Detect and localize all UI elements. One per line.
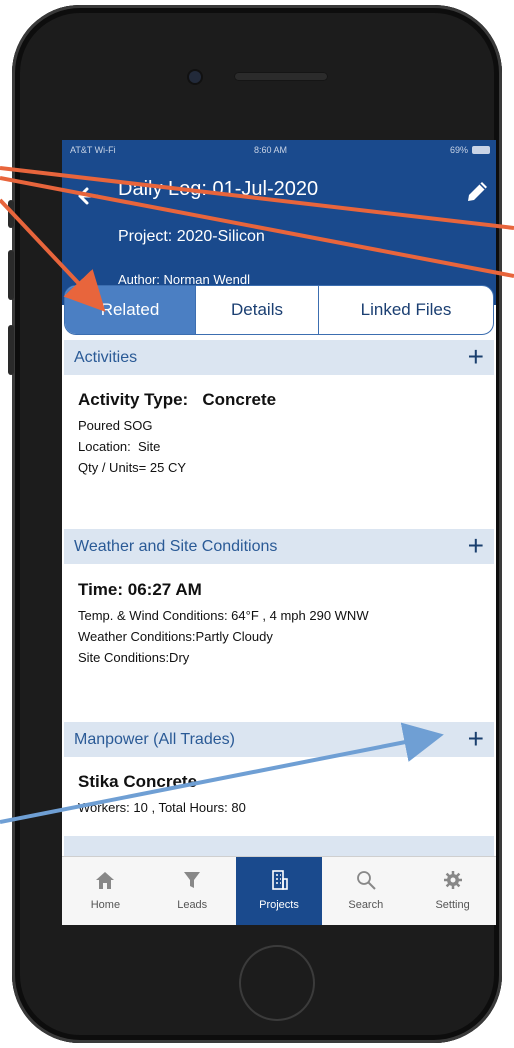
status-bar: AT&T Wi-Fi 8:60 AM 69% bbox=[62, 140, 496, 160]
tab-label: Search bbox=[348, 899, 384, 911]
home-button[interactable] bbox=[239, 945, 315, 1021]
manpower-entry[interactable]: Stika Concrete Workers: 10 , Total Hours… bbox=[78, 772, 246, 818]
carrier-label: AT&T Wi-Fi bbox=[70, 145, 116, 155]
earpiece-speaker bbox=[234, 72, 328, 81]
entry-heading: Stika Concrete bbox=[78, 772, 198, 791]
tab-details[interactable]: Details bbox=[196, 286, 319, 334]
tab-label: Home bbox=[90, 899, 121, 911]
entry-heading: Time: 06:27 AM bbox=[78, 580, 202, 599]
tabbar-search[interactable]: Search bbox=[322, 857, 409, 925]
project-label: Project: 2020-Silicon bbox=[118, 228, 265, 245]
weather-entry[interactable]: Time: 06:27 AM Temp. & Wind Conditions: … bbox=[78, 580, 369, 668]
app-header: AT&T Wi-Fi 8:60 AM 69% Daily Log: 01-Jul… bbox=[62, 140, 496, 305]
tab-related[interactable]: Related bbox=[65, 286, 196, 334]
activities-section-header: Activities + bbox=[64, 340, 494, 375]
add-manpower-button[interactable]: + bbox=[468, 723, 484, 755]
screen: AT&T Wi-Fi 8:60 AM 69% Daily Log: 01-Jul… bbox=[62, 140, 496, 925]
tab-label: Setting bbox=[435, 899, 470, 911]
entry-line: Temp. & Wind Conditions: 64°F , 4 mph 29… bbox=[78, 608, 369, 623]
add-activity-button[interactable]: + bbox=[468, 341, 484, 373]
page-title: Daily Log: 01-Jul-2020 bbox=[118, 178, 319, 200]
side-button bbox=[8, 200, 14, 228]
entry-heading: Activity Type: Concrete bbox=[78, 390, 277, 409]
volume-up-button bbox=[8, 250, 14, 300]
clock-label: 8:60 AM bbox=[254, 145, 288, 155]
section-title: Manpower (All Trades) bbox=[74, 731, 235, 748]
back-arrow-icon[interactable] bbox=[76, 184, 100, 208]
manpower-section-header: Manpower (All Trades) + bbox=[64, 722, 494, 757]
tabbar-projects[interactable]: Projects bbox=[235, 857, 323, 925]
entry-line: Workers: 10 , Total Hours: 80 bbox=[78, 800, 246, 815]
front-camera bbox=[189, 71, 201, 83]
entry-line: Location: Site bbox=[78, 439, 161, 454]
weather-section-header: Weather and Site Conditions + bbox=[64, 529, 494, 564]
tab-linked-files[interactable]: Linked Files bbox=[319, 286, 493, 334]
battery-label: 69% bbox=[449, 145, 468, 155]
search-icon bbox=[356, 871, 376, 890]
home-icon bbox=[96, 872, 115, 889]
tab-label: Leads bbox=[177, 899, 208, 911]
entry-line: Qty / Units= 25 CY bbox=[78, 460, 187, 475]
battery-icon bbox=[472, 146, 490, 154]
top-bezel bbox=[12, 5, 502, 140]
tabbar-setting[interactable]: Setting bbox=[409, 857, 496, 925]
section-title: Weather and Site Conditions bbox=[74, 538, 278, 555]
entry-line: Weather Conditions:Partly Cloudy bbox=[78, 629, 273, 644]
tab-label: Projects bbox=[259, 899, 299, 911]
building-icon bbox=[272, 870, 288, 890]
volume-down-button bbox=[8, 325, 14, 375]
pencil-icon[interactable] bbox=[464, 179, 490, 205]
tabbar-home[interactable]: Home bbox=[62, 857, 149, 925]
bottom-tab-bar: Home Leads Projects Search Setting bbox=[62, 856, 496, 925]
phone-frame: AT&T Wi-Fi 8:60 AM 69% Daily Log: 01-Jul… bbox=[8, 5, 502, 1043]
entry-line: Poured SOG bbox=[78, 418, 153, 433]
tabbar-leads[interactable]: Leads bbox=[149, 857, 236, 925]
add-weather-button[interactable]: + bbox=[468, 530, 484, 562]
activity-entry[interactable]: Activity Type: Concrete Poured SOG Locat… bbox=[78, 390, 276, 478]
segmented-tabs: Related Details Linked Files bbox=[64, 285, 494, 335]
section-title: Activities bbox=[74, 349, 138, 366]
next-section-header bbox=[64, 836, 494, 856]
funnel-icon bbox=[184, 872, 201, 888]
entry-line: Site Conditions:Dry bbox=[78, 650, 190, 665]
gear-icon bbox=[443, 871, 462, 889]
